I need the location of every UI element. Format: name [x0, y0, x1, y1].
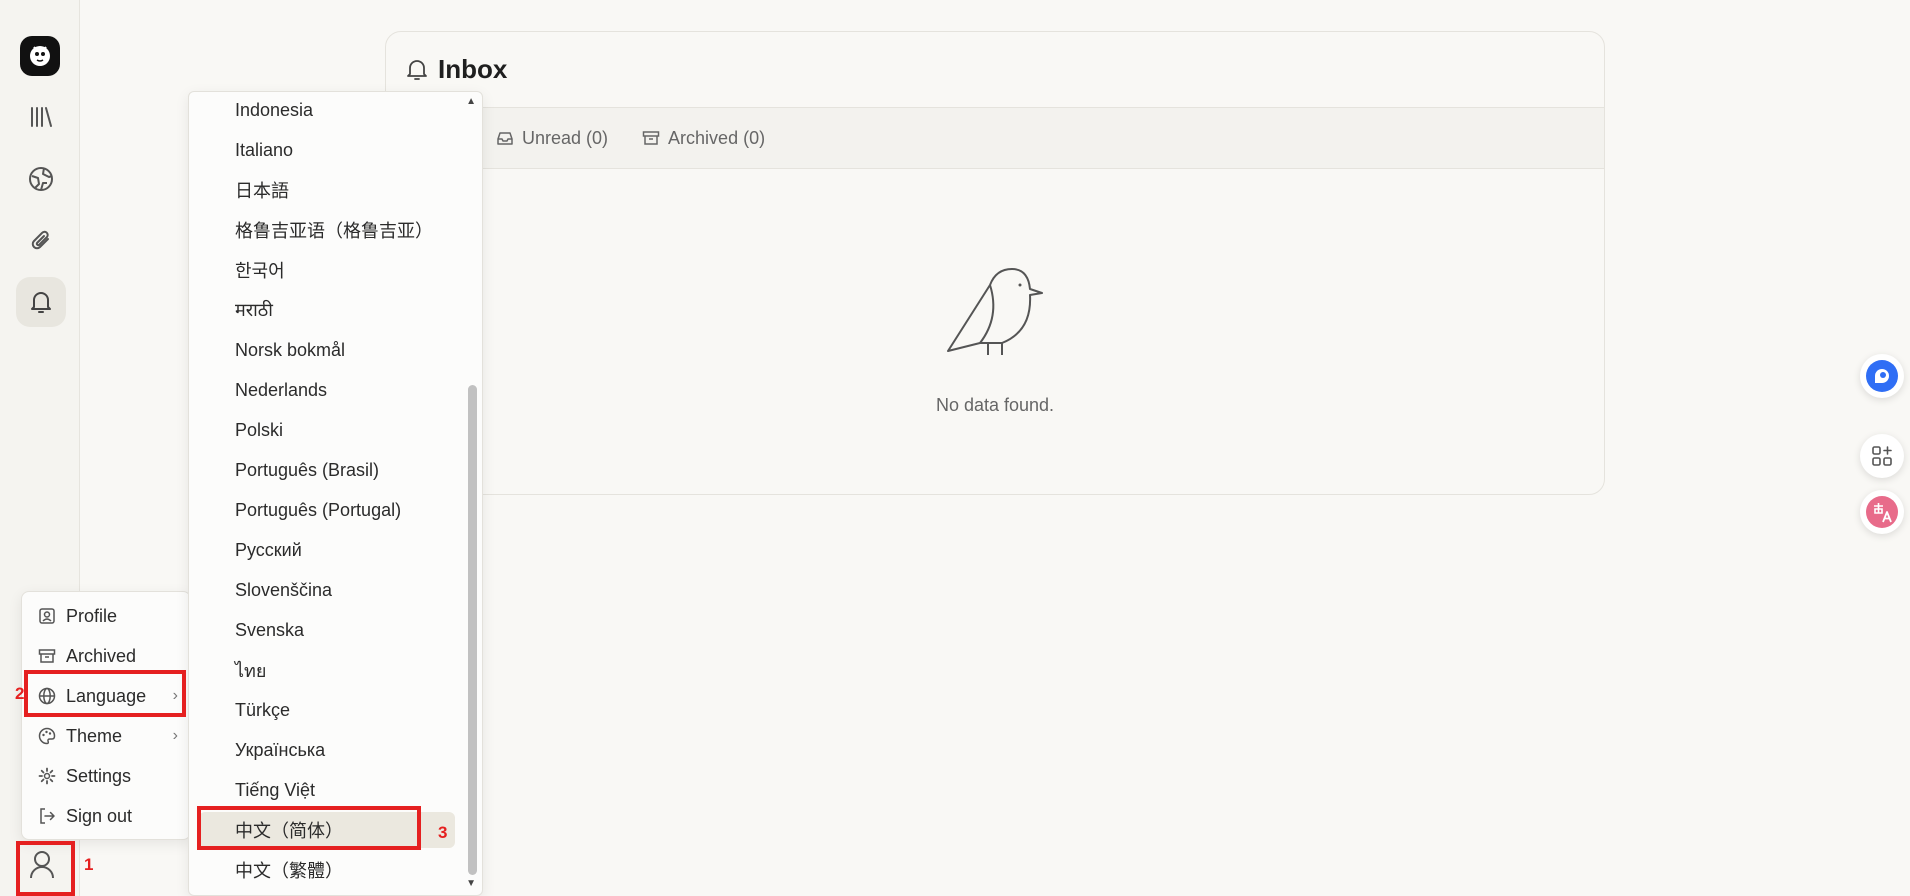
annotation-box-2 — [24, 670, 186, 717]
archive-box-icon — [642, 131, 660, 145]
apps-float-button[interactable] — [1860, 434, 1904, 478]
explore-nav-button[interactable] — [16, 154, 66, 204]
language-option[interactable]: Italiano — [199, 132, 454, 168]
library-nav-button[interactable] — [16, 92, 66, 142]
menu-item-label: Profile — [66, 605, 118, 626]
inbox-header: Inbox — [386, 32, 1604, 108]
menu-item-label: Sign out — [66, 805, 133, 826]
palette-icon — [38, 727, 56, 745]
language-option[interactable]: 한국어 — [199, 252, 454, 288]
tab-label: Archived (0) — [668, 127, 766, 148]
tab-unread[interactable]: Unread (0) — [496, 128, 608, 149]
tab-label: Unread (0) — [522, 127, 609, 148]
empty-state — [386, 257, 1604, 362]
language-option[interactable]: Türkçe — [199, 692, 454, 728]
menu-item-label: Theme — [66, 725, 123, 746]
paperclip-icon — [31, 230, 49, 250]
annotation-box-1 — [16, 841, 75, 896]
language-option[interactable]: Українська — [199, 732, 454, 768]
annotation-label-3: 3 — [438, 823, 448, 842]
inbox-nav-button[interactable] — [16, 277, 66, 327]
library-icon — [31, 107, 52, 127]
annotation-label-1: 1 — [84, 855, 94, 874]
language-option[interactable]: Indonesia — [199, 92, 454, 128]
language-option[interactable]: 日本語 — [199, 172, 454, 208]
language-option[interactable]: ไทย — [199, 652, 454, 688]
globe-explore-icon — [29, 167, 53, 191]
attachments-nav-button[interactable] — [16, 216, 66, 266]
menu-item-settings[interactable]: Settings — [30, 758, 190, 794]
language-option[interactable]: Polski — [199, 412, 454, 448]
mascot-logo-icon — [30, 46, 50, 66]
bird-illustration-icon — [947, 268, 1043, 355]
assistant-float-button[interactable] — [1860, 354, 1904, 398]
grid-add-icon — [1872, 446, 1892, 466]
translate-icon — [1866, 496, 1898, 528]
menu-item-archived[interactable]: Archived — [30, 638, 190, 674]
menu-item-label: Settings — [66, 765, 132, 786]
language-option[interactable]: Português (Portugal) — [199, 492, 454, 528]
profile-card-icon — [39, 608, 55, 624]
scrollbar-thumb[interactable] — [468, 385, 477, 875]
language-option[interactable]: 中文（繁體） — [199, 852, 454, 888]
page-title: Inbox — [438, 54, 508, 84]
translate-float-button[interactable] — [1860, 490, 1904, 534]
menu-item-label: Archived — [66, 645, 137, 666]
language-submenu: Indonesia Italiano 日本語 格鲁吉亚语（格鲁吉亚） 한국어 म… — [188, 91, 483, 896]
empty-state-text: No data found. — [935, 395, 1055, 415]
language-option[interactable]: Русский — [199, 532, 454, 568]
chevron-right-icon: › — [172, 727, 178, 744]
menu-item-sign-out[interactable]: Sign out — [30, 798, 190, 834]
app-logo[interactable] — [20, 36, 60, 76]
language-option[interactable]: Norsk bokmål — [199, 332, 454, 368]
language-option[interactable]: Slovenščina — [199, 572, 454, 608]
archive-box-icon — [38, 649, 56, 663]
language-option[interactable]: Português (Brasil) — [199, 452, 454, 488]
annotation-box-3 — [197, 806, 421, 850]
menu-item-profile[interactable]: Profile — [30, 598, 190, 634]
scroll-up-arrow-icon[interactable]: ▲ — [466, 96, 476, 107]
chat-assistant-icon — [1866, 360, 1898, 392]
inbox-tray-icon — [497, 132, 513, 145]
tab-archived[interactable]: Archived (0) — [642, 128, 765, 149]
language-option[interactable]: मराठी — [199, 292, 454, 328]
scroll-down-arrow-icon[interactable]: ▼ — [466, 878, 476, 889]
bell-icon — [407, 59, 427, 80]
language-option[interactable]: Nederlands — [199, 372, 454, 408]
menu-item-theme[interactable]: Theme › — [30, 718, 190, 754]
bell-icon — [31, 292, 51, 313]
inbox-card: Inbox Unread (0) Archived (0) No data fo… — [385, 31, 1605, 495]
annotation-label-2: 2 — [15, 684, 25, 703]
language-option[interactable]: 格鲁吉亚语（格鲁吉亚） — [199, 212, 454, 248]
language-option[interactable]: Svenska — [199, 612, 454, 648]
language-option[interactable]: Tiếng Việt — [199, 772, 454, 808]
gear-icon — [38, 767, 56, 785]
sign-out-icon — [40, 808, 55, 824]
inbox-tabs: Unread (0) Archived (0) — [386, 108, 1604, 169]
